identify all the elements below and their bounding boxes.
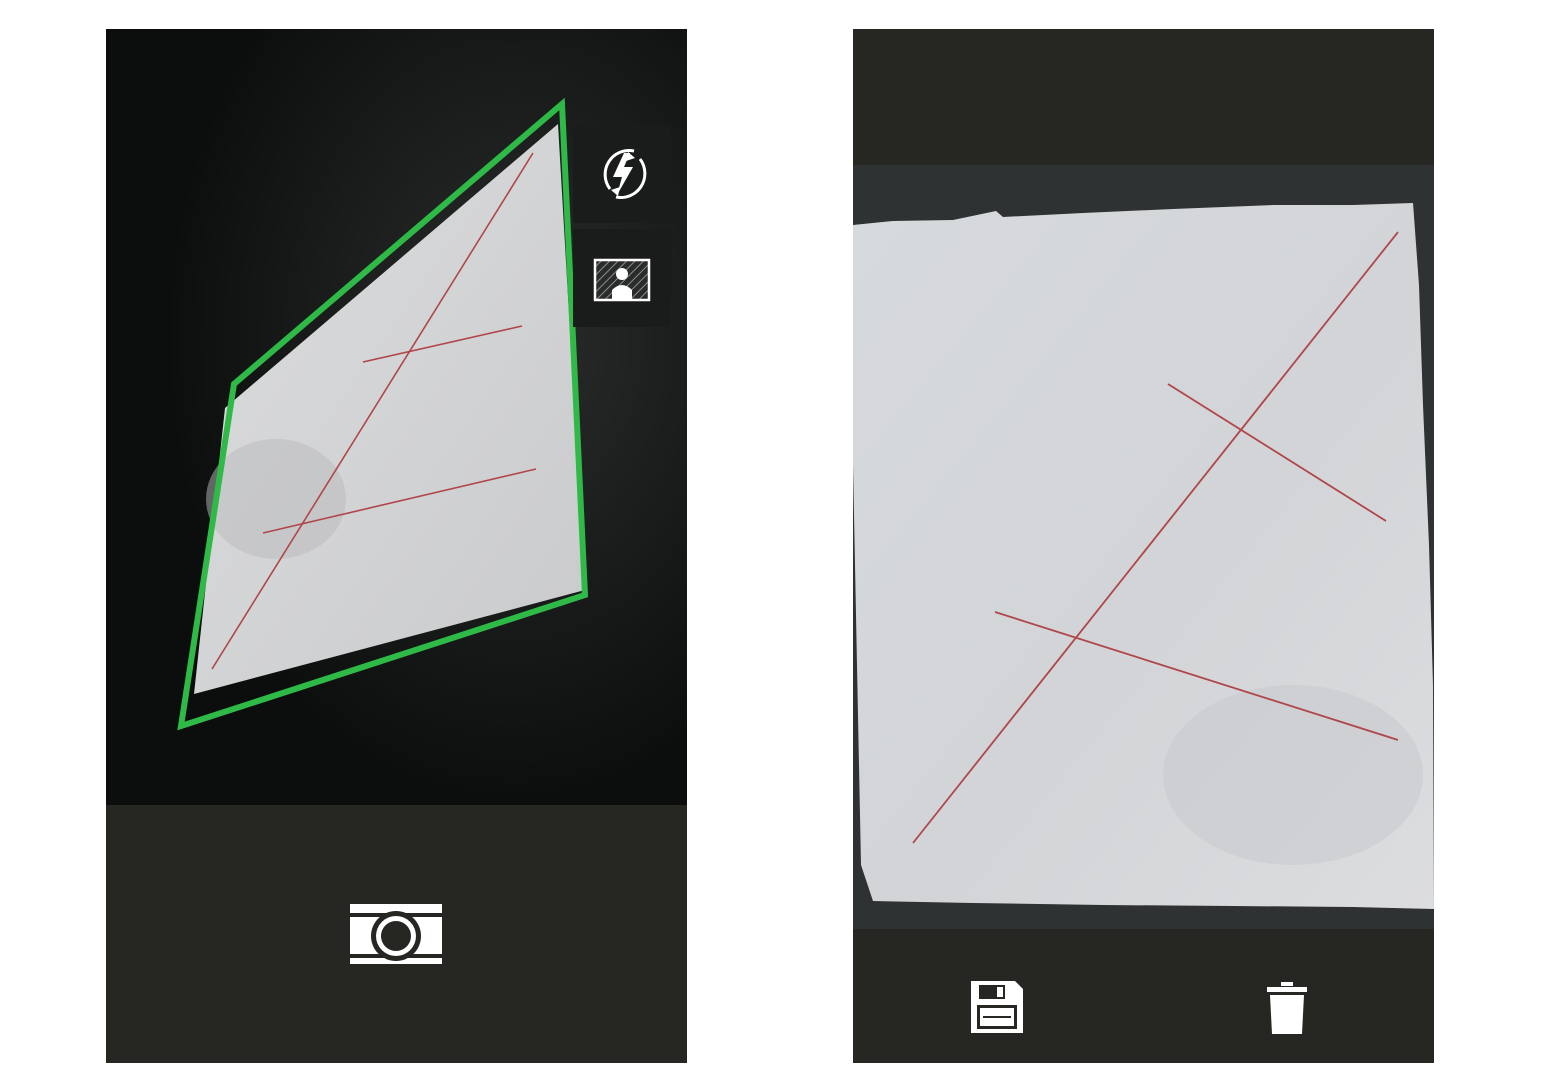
preview-screen [853,29,1434,1063]
preview-top-bar [853,29,1434,165]
cropped-document-image [853,165,1434,929]
scan-mode-button[interactable] [573,229,671,327]
preview-bottom-bar [853,929,1434,1063]
flash-auto-icon [603,149,647,199]
flash-auto-button[interactable] [573,125,671,223]
portrait-frame-icon [593,258,651,302]
floppy-disk-icon[interactable] [969,979,1025,1035]
camera-bottom-bar [106,805,687,1063]
camera-screen [106,29,687,1063]
camera-viewfinder [106,29,687,805]
trash-icon[interactable] [1265,981,1309,1035]
camera-icon[interactable] [348,902,444,966]
